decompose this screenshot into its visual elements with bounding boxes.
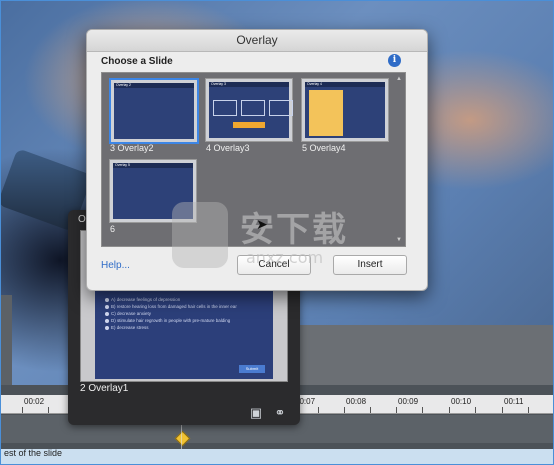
quiz-option: E) decrease stress	[105, 325, 149, 330]
choose-slide-label: Choose a Slide	[101, 56, 173, 67]
slide-caption: 5 Overlay4	[302, 143, 346, 153]
popover-title: O	[78, 214, 86, 225]
slide-preview: Overlay 3	[209, 82, 293, 138]
quiz-option: D) stimulate hair regrowth in people wit…	[105, 318, 230, 323]
tick	[22, 407, 23, 413]
tick-label: 00:10	[451, 397, 472, 406]
slide-preview: Overlay 4	[305, 82, 385, 138]
tick	[370, 407, 371, 413]
tick	[48, 407, 49, 413]
slide-header-bar: Overlay 3	[209, 82, 289, 87]
slide-caption: 3 Overlay2	[110, 143, 154, 153]
tick	[502, 407, 503, 413]
stage-edge	[0, 295, 12, 385]
slide-thumbnail-overlay2[interactable]: Overlay 2	[109, 78, 199, 144]
watermark: 安下载 anxz.com	[168, 196, 388, 276]
popover-actions: ▣ ⚭	[248, 406, 288, 420]
unlink-icon[interactable]: ⚭	[272, 406, 288, 420]
slide-thumbnail-overlay3[interactable]: Overlay 3	[205, 78, 293, 142]
popover-slide-label: 2 Overlay1	[80, 383, 129, 394]
slide-header-bar: Overlay 2	[114, 83, 194, 88]
slide-preview: Overlay 2	[114, 83, 194, 139]
tick	[449, 407, 450, 413]
slide-illustration	[309, 90, 343, 136]
tick	[475, 407, 476, 413]
tick	[318, 407, 319, 413]
slide-caption: 6	[110, 224, 116, 234]
quiz-slide-preview: A) decrease feelings of depression B) re…	[95, 291, 273, 379]
slide-highlight	[233, 122, 265, 128]
quiz-submit-button: Submit	[239, 365, 265, 373]
slide-track[interactable]: est of the slide	[0, 448, 554, 465]
mouse-cursor-icon: ➤	[256, 216, 268, 232]
slide-thumbnail-overlay4[interactable]: Overlay 4	[301, 78, 389, 142]
tick-label: 00:11	[504, 397, 524, 406]
tick	[396, 407, 397, 413]
quiz-option: B) restore hearing loss from damaged hai…	[105, 304, 237, 309]
quiz-option: A) decrease feelings of depression	[105, 297, 180, 302]
slide-boxes	[213, 100, 293, 116]
tick-label: 00:08	[346, 397, 367, 406]
tick	[528, 407, 529, 413]
slide-caption: 4 Overlay3	[206, 143, 250, 153]
dialog-title: Overlay	[87, 30, 427, 52]
scroll-down-icon[interactable]: ▼	[396, 237, 402, 243]
slide-header-bar: Overlay 5	[113, 163, 193, 168]
tick-label: 00:02	[24, 397, 45, 406]
slide-track-label: est of the slide	[4, 448, 63, 458]
watermark-logo-icon	[172, 202, 228, 268]
stage-panel	[300, 325, 554, 385]
tick	[422, 407, 423, 413]
add-slide-icon[interactable]: ▣	[248, 406, 264, 420]
quiz-option: C) decrease anxiety	[105, 311, 151, 316]
watermark-url: anxz.com	[246, 248, 324, 267]
tick	[344, 407, 345, 413]
help-link[interactable]: Help...	[101, 260, 130, 271]
tick-label: 00:09	[398, 397, 419, 406]
info-icon[interactable]: i	[388, 54, 401, 67]
scroll-up-icon[interactable]: ▲	[396, 76, 402, 82]
slide-header-bar: Overlay 4	[305, 82, 385, 87]
